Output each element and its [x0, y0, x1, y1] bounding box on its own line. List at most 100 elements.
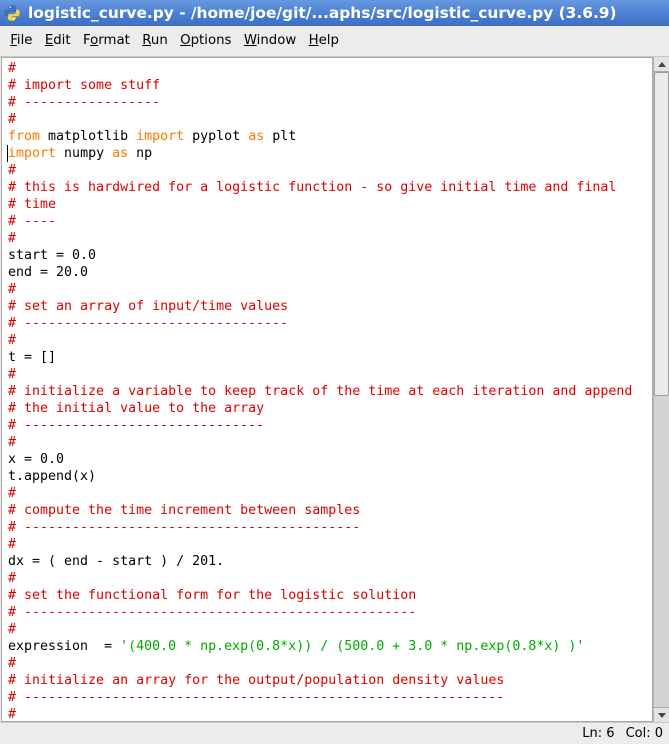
text-cursor: [7, 145, 8, 162]
code-line[interactable]: # --------------------------------------…: [8, 689, 632, 706]
code-token-comment: # --------------------------------------…: [8, 520, 361, 535]
code-token-plain: matplotlib: [40, 129, 137, 144]
code-line[interactable]: #: [8, 60, 632, 77]
code-token-comment: #: [8, 163, 17, 178]
code-token-comment: # time: [8, 197, 57, 212]
code-line[interactable]: #: [8, 570, 632, 587]
code-token-comment: # --------------------------------------…: [8, 605, 417, 620]
code-token-comment: #: [8, 282, 17, 297]
code-line[interactable]: # compute the time increment between sam…: [8, 502, 632, 519]
code-token-comment: #: [8, 537, 17, 552]
code-line[interactable]: # initialize a variable to keep track of…: [8, 383, 632, 400]
code-token-plain: numpy: [56, 146, 113, 161]
code-line[interactable]: from matplotlib import pyplot as plt: [8, 128, 632, 145]
code-token-plain: t = []: [8, 350, 57, 365]
scroll-trough[interactable]: [654, 72, 669, 707]
menu-run[interactable]: Run: [136, 26, 174, 56]
code-token-comment: #: [8, 435, 17, 450]
code-token-comment: #: [8, 61, 17, 76]
code-token-comment: # set an array of input/time values: [8, 299, 289, 314]
code-line[interactable]: #: [8, 111, 632, 128]
code-token-comment: # the initial value to the array: [8, 401, 265, 416]
code-line[interactable]: # set the functional form for the logist…: [8, 587, 632, 604]
code-token-string: '(400.0 * np.exp(0.8*x)) / (500.0 + 3.0 …: [120, 639, 585, 654]
code-token-comment: #: [8, 486, 17, 501]
code-line[interactable]: # time: [8, 196, 632, 213]
menu-edit[interactable]: Edit: [39, 26, 77, 56]
code-token-comment: #: [8, 622, 17, 637]
code-line[interactable]: end = 20.0: [8, 264, 632, 281]
status-line-number: Ln: 6: [582, 726, 615, 741]
code-line[interactable]: # -----------------: [8, 94, 632, 111]
code-line[interactable]: import numpy as np: [8, 145, 632, 162]
code-line[interactable]: #: [8, 434, 632, 451]
code-line[interactable]: start = 0.0: [8, 247, 632, 264]
code-token-comment: #: [8, 571, 17, 586]
code-lines[interactable]: # # import some stuff # ----------------- #…: [8, 60, 632, 721]
code-line[interactable]: #: [8, 485, 632, 502]
code-line[interactable]: #: [8, 706, 632, 721]
menu-window[interactable]: Window: [238, 26, 303, 56]
code-line[interactable]: # the initial value to the array: [8, 400, 632, 417]
code-token-comment: #: [8, 231, 17, 246]
menu-mnemonic-letter: W: [243, 33, 257, 48]
code-line[interactable]: #: [8, 230, 632, 247]
menu-file[interactable]: File: [4, 26, 39, 56]
code-line[interactable]: # --------------------------------------…: [8, 604, 632, 621]
menu-mnemonic-letter: H: [308, 33, 319, 48]
code-token-comment: # ------------------------------: [8, 418, 265, 433]
code-token-plain: dx = ( end - start ) / 201.: [8, 554, 225, 569]
menu-help[interactable]: Help: [302, 26, 345, 56]
code-line[interactable]: #: [8, 621, 632, 638]
code-token-comment: #: [8, 367, 17, 382]
code-token-plain: start = 0.0: [8, 248, 97, 263]
menu-bar: File Edit Format Run Options Window Help: [0, 26, 669, 57]
title-bar[interactable]: logistic_curve.py - /home/joe/git/...aph…: [0, 0, 669, 26]
code-line[interactable]: x = 0.0: [8, 451, 632, 468]
code-token-comment: # initialize an array for the output/pop…: [8, 673, 505, 688]
code-token-comment: # -----------------: [8, 95, 161, 110]
python-icon: [3, 4, 21, 22]
scroll-thumb[interactable]: [654, 72, 669, 396]
code-line[interactable]: #: [8, 162, 632, 179]
code-line[interactable]: # ----: [8, 213, 632, 230]
code-line[interactable]: # ---------------------------------: [8, 315, 632, 332]
code-line[interactable]: #: [8, 366, 632, 383]
code-line[interactable]: # ------------------------------: [8, 417, 632, 434]
code-token-keyword: import: [136, 129, 185, 144]
scroll-down-arrow-icon: [657, 712, 666, 718]
code-token-comment: # initialize a variable to keep track of…: [8, 384, 633, 399]
code-line[interactable]: # initialize an array for the output/pop…: [8, 672, 632, 689]
code-line[interactable]: # --------------------------------------…: [8, 519, 632, 536]
code-line[interactable]: #: [8, 332, 632, 349]
idle-editor-window: logistic_curve.py - /home/joe/git/...aph…: [0, 0, 669, 744]
text-area[interactable]: # # import some stuff # ----------------- #…: [1, 57, 653, 722]
status-bar: Ln: 6 Col: 0: [0, 722, 669, 744]
code-line[interactable]: expression = '(400.0 * np.exp(0.8*x)) / …: [8, 638, 632, 655]
code-line[interactable]: #: [8, 655, 632, 672]
menu-options[interactable]: Options: [174, 26, 238, 56]
code-token-plain: np: [128, 146, 153, 161]
menu-mnemonic-letter: F: [10, 33, 17, 48]
menu-format[interactable]: Format: [77, 26, 136, 56]
code-line[interactable]: dx = ( end - start ) / 201.: [8, 553, 632, 570]
menu-mnemonic-letter: R: [142, 33, 151, 48]
scroll-up-button[interactable]: [654, 57, 669, 72]
code-token-plain: expression =: [8, 639, 121, 654]
code-token-comment: # import some stuff: [8, 78, 161, 93]
code-line[interactable]: t.append(x): [8, 468, 632, 485]
code-line[interactable]: # this is hardwired for a logistic funct…: [8, 179, 632, 196]
code-line[interactable]: #: [8, 536, 632, 553]
menu-mnemonic-letter: o: [90, 33, 99, 48]
code-line[interactable]: t = []: [8, 349, 632, 366]
scroll-down-button[interactable]: [654, 707, 669, 722]
status-column-number: Col: 0: [625, 726, 663, 741]
code-token-comment: #: [8, 333, 17, 348]
code-line[interactable]: # set an array of input/time values: [8, 298, 632, 315]
vertical-scrollbar[interactable]: [653, 57, 669, 722]
code-token-comment: #: [8, 112, 17, 127]
code-token-comment: # ----: [8, 214, 57, 229]
code-token-comment: # set the functional form for the logist…: [8, 588, 417, 603]
code-line[interactable]: #: [8, 281, 632, 298]
code-line[interactable]: # import some stuff: [8, 77, 632, 94]
